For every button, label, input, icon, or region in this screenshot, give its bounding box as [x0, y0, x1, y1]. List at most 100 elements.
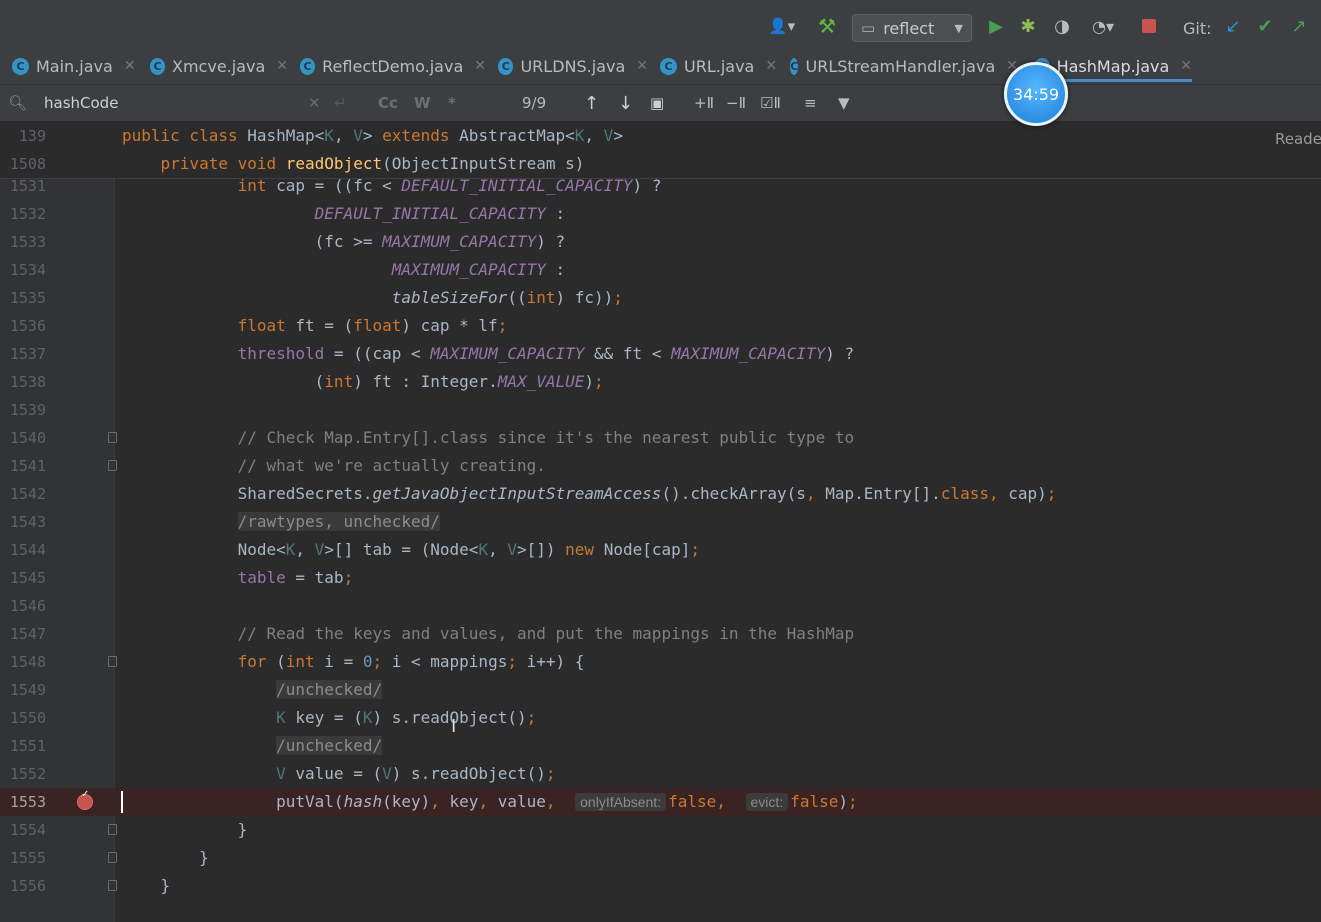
code-line[interactable]: 1539	[0, 396, 1321, 424]
clear-search-icon[interactable]: ✕	[308, 91, 324, 115]
java-class-icon: C	[12, 57, 29, 75]
code-line[interactable]: 1546	[0, 592, 1321, 620]
code-text: V value = (V) s.readObject();	[276, 764, 556, 783]
fold-marker-icon[interactable]	[108, 656, 117, 667]
code-line[interactable]: 1556 }	[0, 872, 1321, 900]
tab-main-java[interactable]: C Main.java ✕	[0, 48, 142, 84]
fold-marker-icon[interactable]	[108, 880, 117, 891]
close-icon[interactable]: ✕	[765, 58, 777, 74]
git-label: Git:	[1183, 19, 1212, 38]
tab-url-java[interactable]: C URL.java ✕	[648, 48, 778, 84]
code-line[interactable]: 1552 V value = (V) s.readObject();	[0, 760, 1321, 788]
code-line[interactable]: 1538 (int) ft : Integer.MAX_VALUE);	[0, 368, 1321, 396]
code-line[interactable]: 1531 int cap = ((fc < DEFAULT_INITIAL_CA…	[0, 178, 1321, 200]
main-toolbar: 👤▾ ⚒ ▭ reflect ▼ ▶ ✱ ◑ ◔▾ Git: ↙ ✔ ↗	[0, 0, 1321, 49]
line-number: 1548	[9, 653, 46, 671]
search-input[interactable]: hashCode	[44, 91, 304, 115]
code-text: SharedSecrets.getJavaObjectInputStreamAc…	[122, 484, 1057, 503]
code-line-current[interactable]: 1553 putVal(hash(key), key, value, onlyI…	[0, 788, 1321, 816]
code-line[interactable]: 1547 // Read the keys and values, and pu…	[0, 620, 1321, 648]
search-icon[interactable]: 🔍︎	[8, 91, 34, 115]
line-number: 1550	[9, 709, 46, 727]
code-line[interactable]: 1548 for (int i = 0; i < mappings; i++) …	[0, 648, 1321, 676]
run-configuration-select[interactable]: ▭ reflect ▼	[852, 14, 972, 42]
code-line[interactable]: 1555 }	[0, 844, 1321, 872]
code-text: // what we're actually creating.	[237, 456, 546, 475]
code-line[interactable]: 1550 K key = (K) s.readObject();	[0, 704, 1321, 732]
match-case-toggle[interactable]: Cc	[378, 91, 400, 115]
recording-timer[interactable]: 34:59	[1004, 62, 1068, 126]
close-icon[interactable]: ✕	[1180, 58, 1192, 74]
parameter-hint: evict:	[745, 793, 789, 811]
fold-marker-icon[interactable]	[108, 852, 117, 863]
code-line[interactable]: 1554 }	[0, 816, 1321, 844]
code-line[interactable]: 1541 // what we're actually creating.	[0, 452, 1321, 480]
stop-icon[interactable]	[1138, 14, 1160, 38]
code-line[interactable]: 1537 threshold = ((cap < MAXIMUM_CAPACIT…	[0, 340, 1321, 368]
select-all-occurrences-icon[interactable]: ▣	[650, 91, 670, 115]
coverage-icon[interactable]: ◑	[1050, 14, 1074, 38]
tab-label: Xmcve.java	[172, 56, 266, 76]
run-config-label: reflect	[883, 18, 935, 38]
line-number: 1546	[9, 597, 46, 615]
remove-occurrence-icon[interactable]: −Ⅱ	[726, 91, 748, 115]
java-class-icon: C	[660, 57, 677, 75]
code-editor[interactable]: 1531 int cap = ((fc < DEFAULT_INITIAL_CA…	[0, 178, 1321, 922]
regex-toggle[interactable]: *	[448, 91, 462, 115]
code-line[interactable]: 1535 tableSizeFor((int) fc));	[0, 284, 1321, 312]
code-line[interactable]: 1542 SharedSecrets.getJavaObjectInputStr…	[0, 480, 1321, 508]
sticky-line[interactable]: 1508 private void readObject(ObjectInput…	[0, 150, 1321, 178]
profile-icon[interactable]: ◔▾	[1084, 14, 1122, 38]
close-icon[interactable]: ✕	[276, 58, 288, 74]
git-update-icon[interactable]: ↙	[1222, 14, 1244, 38]
tab-reflectdemo-java[interactable]: C ReflectDemo.java ✕	[288, 48, 486, 84]
tab-urlstreamhandler-java[interactable]: C URLStreamHandler.java ✕	[778, 48, 1018, 84]
code-line[interactable]: 1549 /unchecked/	[0, 676, 1321, 704]
user-icon[interactable]: 👤▾	[764, 14, 800, 38]
line-number: 1556	[9, 877, 46, 895]
tab-urldns-java[interactable]: C URLDNS.java ✕	[486, 48, 648, 84]
previous-match-icon[interactable]: ↑	[584, 91, 604, 115]
code-line[interactable]: 1540 // Check Map.Entry[].class since it…	[0, 424, 1321, 452]
parameter-hint: onlyIfAbsent:	[575, 793, 667, 811]
filter-icon[interactable]: ▼	[838, 91, 858, 115]
fold-marker-icon[interactable]	[108, 460, 117, 471]
add-occurrence-icon[interactable]: +Ⅱ	[694, 91, 716, 115]
close-icon[interactable]: ✕	[124, 58, 136, 74]
code-line[interactable]: 1533 (fc >= MAXIMUM_CAPACITY) ?	[0, 228, 1321, 256]
git-push-icon[interactable]: ↗	[1288, 14, 1310, 38]
line-number: 1554	[9, 821, 46, 839]
code-line[interactable]: 1536 float ft = (float) cap * lf;	[0, 312, 1321, 340]
fold-marker-icon[interactable]	[108, 432, 117, 443]
select-all-matches-icon[interactable]: ☑Ⅱ	[760, 91, 782, 115]
run-icon[interactable]: ▶	[986, 14, 1006, 38]
breakpoint-icon[interactable]	[77, 789, 93, 810]
close-icon[interactable]: ✕	[474, 58, 486, 74]
tab-xmcve-java[interactable]: C Xmcve.java ✕	[138, 48, 288, 84]
line-number: 139	[18, 127, 46, 145]
build-hammer-icon[interactable]: ⚒	[814, 14, 840, 38]
match-count: 9/9	[522, 94, 547, 112]
filter-options-icon[interactable]: ≡	[804, 91, 824, 115]
tab-label: ReflectDemo.java	[322, 56, 464, 76]
code-line[interactable]: 1532 DEFAULT_INITIAL_CAPACITY :	[0, 200, 1321, 228]
code-line[interactable]: 1543 /rawtypes, unchecked/	[0, 508, 1321, 536]
code-text: threshold = ((cap < MAXIMUM_CAPACITY && …	[237, 344, 855, 363]
editor-tabs: C Main.java ✕ C Xmcve.java ✕ C ReflectDe…	[0, 48, 1321, 85]
code-line[interactable]: 1551 /unchecked/	[0, 732, 1321, 760]
code-line[interactable]: 1534 MAXIMUM_CAPACITY :	[0, 256, 1321, 284]
tab-label: Main.java	[36, 56, 113, 76]
code-line[interactable]: 1545 table = tab;	[0, 564, 1321, 592]
git-commit-icon[interactable]: ✔	[1254, 14, 1276, 38]
fold-marker-icon[interactable]	[108, 824, 117, 835]
whole-words-toggle[interactable]: W	[414, 91, 432, 115]
tab-label: URL.java	[684, 56, 755, 76]
next-match-icon[interactable]: ↓	[618, 91, 638, 115]
code-line[interactable]: 1544 Node<K, V>[] tab = (Node<K, V>[]) n…	[0, 536, 1321, 564]
reader-mode-toggle[interactable]: Reade	[1275, 130, 1321, 148]
search-history-icon[interactable]: ↵	[334, 91, 354, 115]
sticky-line[interactable]: 139 public class HashMap<K, V> extends A…	[0, 122, 1321, 150]
debug-icon[interactable]: ✱	[1016, 14, 1040, 38]
close-icon[interactable]: ✕	[636, 58, 648, 74]
line-number: 1547	[9, 625, 46, 643]
